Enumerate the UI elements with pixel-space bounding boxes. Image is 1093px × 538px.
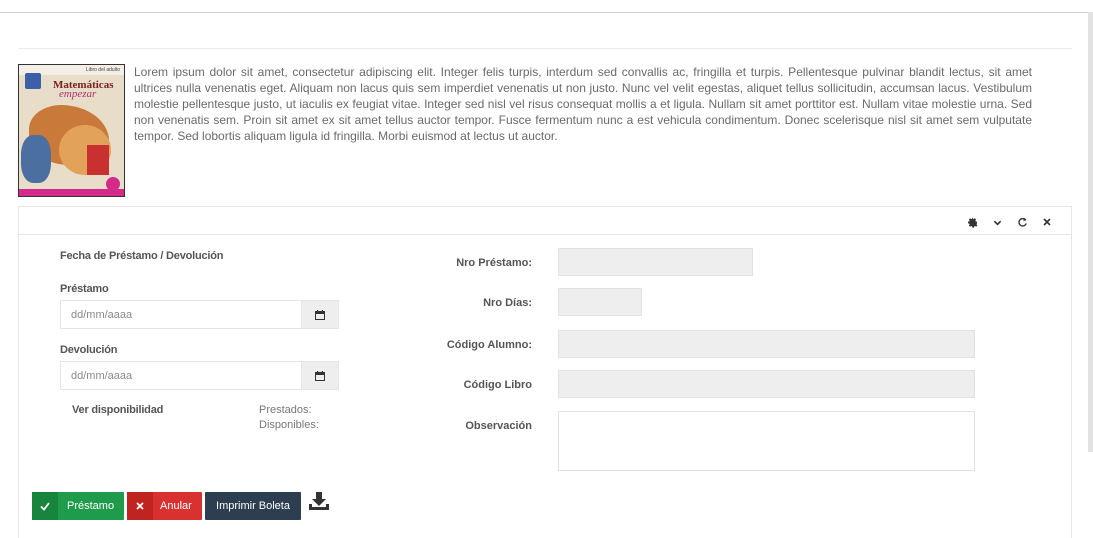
prestados-label: Prestados: — [259, 404, 312, 416]
panel-header — [19, 207, 1071, 235]
calendar-icon[interactable] — [301, 300, 339, 329]
publisher-logo — [25, 73, 41, 89]
prestamo-label: Préstamo — [60, 283, 109, 295]
cover-subtitle: empezar — [59, 88, 97, 100]
close-icon[interactable] — [1041, 216, 1053, 228]
codigo-libro-label: Código Libro — [463, 379, 532, 391]
page-scrollbar[interactable] — [1088, 12, 1093, 452]
anular-button-label: Anular — [160, 500, 192, 512]
gear-icon[interactable] — [966, 216, 978, 228]
codigo-libro-field[interactable] — [558, 370, 975, 398]
book-cover-image: Libro del adulto Matemáticas empezar — [18, 64, 125, 197]
prestamo-button[interactable]: Préstamo — [32, 492, 124, 520]
nro-prestamo-label: Nro Préstamo: — [456, 257, 532, 269]
dates-heading: Fecha de Préstamo / Devolución — [60, 250, 224, 262]
nro-dias-field — [558, 288, 642, 316]
nro-dias-label: Nro Días: — [483, 297, 532, 309]
codigo-alumno-field[interactable] — [558, 330, 975, 358]
top-divider — [0, 12, 1088, 13]
close-icon — [127, 492, 153, 520]
devolucion-date-input[interactable] — [60, 361, 301, 390]
observacion-label: Observación — [465, 420, 532, 432]
imprimir-boleta-button[interactable]: Imprimir Boleta — [205, 492, 301, 520]
anular-button[interactable]: Anular — [127, 492, 202, 520]
codigo-alumno-label: Código Alumno: — [446, 339, 532, 351]
refresh-icon[interactable] — [1016, 216, 1028, 228]
ver-disponibilidad-link[interactable]: Ver disponibilidad — [72, 404, 163, 416]
section-divider — [18, 48, 1072, 49]
prestamo-date-group — [60, 300, 339, 329]
cover-tag: Libro del adulto — [85, 67, 120, 73]
devolucion-label: Devolución — [60, 344, 118, 356]
intro-paragraph: Lorem ipsum dolor sit amet, consectetur … — [134, 65, 1032, 144]
calendar-icon[interactable] — [301, 361, 339, 390]
prestamo-date-input[interactable] — [60, 300, 301, 329]
check-icon — [32, 492, 58, 520]
panel-toolbar — [966, 216, 1053, 228]
nro-prestamo-field — [558, 248, 753, 276]
download-icon[interactable] — [307, 491, 331, 511]
chevron-down-icon[interactable] — [991, 216, 1003, 228]
devolucion-date-group — [60, 361, 339, 390]
disponibles-label: Disponibles: — [259, 419, 319, 431]
observacion-textarea[interactable] — [558, 411, 975, 471]
prestamo-button-label: Préstamo — [67, 500, 115, 512]
